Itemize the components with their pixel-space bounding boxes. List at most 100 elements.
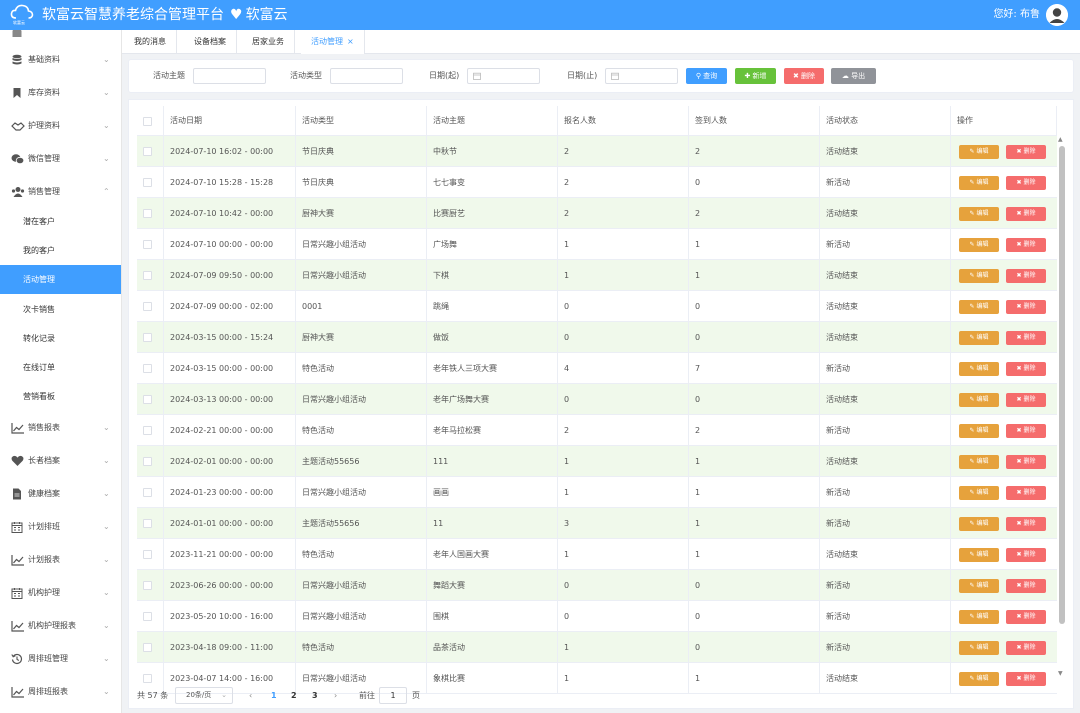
row-checkbox[interactable] bbox=[143, 209, 152, 218]
edit-button[interactable]: ✎ 编辑 bbox=[959, 548, 999, 562]
table-row[interactable]: 2024-01-01 00:00 - 00:00 主题活动55656 11 3 1 新活动… bbox=[137, 508, 1057, 539]
edit-button[interactable]: ✎ 编辑 bbox=[959, 517, 999, 531]
tab-home-business[interactable]: 居家业务 bbox=[242, 30, 295, 54]
row-delete-button[interactable]: ✖ 删除 bbox=[1006, 393, 1046, 407]
row-checkbox[interactable] bbox=[143, 519, 152, 528]
type-input[interactable] bbox=[330, 68, 403, 84]
sidebar-subitem-conversion-records[interactable]: 转化记录 bbox=[0, 324, 121, 353]
row-checkbox[interactable] bbox=[143, 302, 152, 311]
row-delete-button[interactable]: ✖ 删除 bbox=[1006, 548, 1046, 562]
row-delete-button[interactable]: ✖ 删除 bbox=[1006, 362, 1046, 376]
row-delete-button[interactable]: ✖ 删除 bbox=[1006, 238, 1046, 252]
sidebar-subitem-my-customers[interactable]: 我的客户 bbox=[0, 236, 121, 265]
page-3[interactable]: 3 bbox=[312, 691, 318, 701]
row-delete-button[interactable]: ✖ 删除 bbox=[1006, 517, 1046, 531]
date-end-input[interactable] bbox=[605, 68, 678, 84]
edit-button[interactable]: ✎ 编辑 bbox=[959, 331, 999, 345]
table-row[interactable]: 2024-01-23 00:00 - 00:00 日常兴趣小组活动 画画 1 1 新活动 ✎… bbox=[137, 477, 1057, 508]
tab-my-messages[interactable]: 我的消息 bbox=[124, 30, 177, 54]
edit-button[interactable]: ✎ 编辑 bbox=[959, 486, 999, 500]
row-delete-button[interactable]: ✖ 删除 bbox=[1006, 610, 1046, 624]
sidebar-item-wechat[interactable]: 微信管理 ⌄ bbox=[0, 143, 121, 175]
table-row[interactable]: 2024-07-10 10:42 - 00:00 厨神大赛 比赛厨艺 2 2 活动结束 ✎ … bbox=[137, 198, 1057, 229]
row-delete-button[interactable]: ✖ 删除 bbox=[1006, 269, 1046, 283]
table-row[interactable]: 2024-07-09 00:00 - 02:00 0001 跳绳 0 0 活动结束 ✎ 编辑… bbox=[137, 291, 1057, 322]
tab-activity-management[interactable]: 活动管理 × bbox=[301, 30, 365, 54]
sidebar-item-institution-care[interactable]: 机构护理 ⌄ bbox=[0, 577, 121, 609]
sidebar-subitem-card-sales[interactable]: 次卡销售 bbox=[0, 295, 121, 324]
edit-button[interactable]: ✎ 编辑 bbox=[959, 455, 999, 469]
table-row[interactable]: 2024-07-09 09:50 - 00:00 日常兴趣小组活动 下棋 1 1 活动结束… bbox=[137, 260, 1057, 291]
row-delete-button[interactable]: ✖ 删除 bbox=[1006, 641, 1046, 655]
row-delete-button[interactable]: ✖ 删除 bbox=[1006, 424, 1046, 438]
table-row[interactable]: 2024-03-15 00:00 - 00:00 特色活动 老年铁人三项大赛 4 7 新活… bbox=[137, 353, 1057, 384]
row-checkbox[interactable] bbox=[143, 178, 152, 187]
row-checkbox[interactable] bbox=[143, 457, 152, 466]
sidebar-subitem-activity-management[interactable]: 活动管理 bbox=[0, 265, 121, 294]
row-checkbox[interactable] bbox=[143, 333, 152, 342]
table-row[interactable]: 2023-04-18 09:00 - 11:00 特色活动 品茶活动 1 0 新活动 ✎ 编… bbox=[137, 632, 1057, 663]
user-avatar[interactable] bbox=[1046, 4, 1068, 26]
table-row[interactable]: 2024-07-10 00:00 - 00:00 日常兴趣小组活动 广场舞 1 1 新活动… bbox=[137, 229, 1057, 260]
edit-button[interactable]: ✎ 编辑 bbox=[959, 393, 999, 407]
edit-button[interactable]: ✎ 编辑 bbox=[959, 424, 999, 438]
edit-button[interactable]: ✎ 编辑 bbox=[959, 579, 999, 593]
sidebar-subitem-online-orders[interactable]: 在线订单 bbox=[0, 353, 121, 382]
edit-button[interactable]: ✎ 编辑 bbox=[959, 672, 999, 686]
row-delete-button[interactable]: ✖ 删除 bbox=[1006, 176, 1046, 190]
row-delete-button[interactable]: ✖ 删除 bbox=[1006, 300, 1046, 314]
prev-page-button[interactable]: ‹ bbox=[249, 691, 252, 701]
sidebar-item-health-archive[interactable]: 健康档案 ⌄ bbox=[0, 478, 121, 510]
sidebar-item-weekly-report[interactable]: 周排班报表 ⌄ bbox=[0, 676, 121, 708]
goto-page-input[interactable]: 1 bbox=[379, 687, 407, 704]
row-checkbox[interactable] bbox=[143, 147, 152, 156]
row-checkbox[interactable] bbox=[143, 643, 152, 652]
row-checkbox[interactable] bbox=[143, 240, 152, 249]
row-checkbox[interactable] bbox=[143, 488, 152, 497]
table-row[interactable]: 2024-03-13 00:00 - 00:00 日常兴趣小组活动 老年广场舞大赛 0… bbox=[137, 384, 1057, 415]
table-row[interactable]: 2023-05-20 10:00 - 16:00 日常兴趣小组活动 围棋 0 0 新活动 ✎… bbox=[137, 601, 1057, 632]
select-all-checkbox[interactable] bbox=[143, 117, 152, 126]
table-row[interactable]: 2023-06-26 00:00 - 00:00 日常兴趣小组活动 舞蹈大赛 0 0 新活… bbox=[137, 570, 1057, 601]
query-button[interactable]: ⚲ 查询 bbox=[686, 68, 727, 84]
sidebar-item-nursing-data[interactable]: 护理资料 ⌄ bbox=[0, 110, 121, 142]
sidebar-subitem-potential-customers[interactable]: 潜在客户 bbox=[0, 207, 121, 236]
table-row[interactable]: 2023-11-21 00:00 - 00:00 特色活动 老年人国画大赛 1 1 活动结… bbox=[137, 539, 1057, 570]
row-delete-button[interactable]: ✖ 删除 bbox=[1006, 331, 1046, 345]
table-row[interactable]: 2024-03-15 00:00 - 15:24 厨神大赛 做饭 0 0 活动结束 ✎ 编辑… bbox=[137, 322, 1057, 353]
table-row[interactable]: 2024-02-01 00:00 - 00:00 主题活动55656 111 1 1 活动… bbox=[137, 446, 1057, 477]
sidebar-item-elder-archive[interactable]: 长者档案 ⌄ bbox=[0, 445, 121, 477]
edit-button[interactable]: ✎ 编辑 bbox=[959, 610, 999, 624]
edit-button[interactable]: ✎ 编辑 bbox=[959, 176, 999, 190]
row-checkbox[interactable] bbox=[143, 364, 152, 373]
close-icon[interactable]: × bbox=[347, 37, 354, 46]
row-delete-button[interactable]: ✖ 删除 bbox=[1006, 579, 1046, 593]
table-row[interactable]: 2024-07-10 15:28 - 15:28 节日庆典 七七事变 2 0 新活动 ✎ 编… bbox=[137, 167, 1057, 198]
table-row[interactable]: 2024-07-10 16:02 - 00:00 节日庆典 中秋节 2 2 活动结束 ✎ 编… bbox=[137, 136, 1057, 167]
sidebar-item-institution-care-report[interactable]: 机构护理报表 ⌄ bbox=[0, 610, 121, 642]
row-checkbox[interactable] bbox=[143, 581, 152, 590]
edit-button[interactable]: ✎ 编辑 bbox=[959, 238, 999, 252]
edit-button[interactable]: ✎ 编辑 bbox=[959, 269, 999, 283]
sidebar-item-sales[interactable]: 销售管理 ⌃ bbox=[0, 176, 121, 208]
edit-button[interactable]: ✎ 编辑 bbox=[959, 300, 999, 314]
row-delete-button[interactable]: ✖ 删除 bbox=[1006, 145, 1046, 159]
scroll-up-icon[interactable]: ▲ bbox=[1058, 136, 1063, 144]
page-2[interactable]: 2 bbox=[291, 691, 297, 701]
row-checkbox[interactable] bbox=[143, 271, 152, 280]
row-checkbox[interactable] bbox=[143, 550, 152, 559]
row-checkbox[interactable] bbox=[143, 612, 152, 621]
sidebar-item-sales-report[interactable]: 销售报表 ⌄ bbox=[0, 412, 121, 444]
row-delete-button[interactable]: ✖ 删除 bbox=[1006, 207, 1046, 221]
row-delete-button[interactable]: ✖ 删除 bbox=[1006, 486, 1046, 500]
delete-button[interactable]: ✖ 删除 bbox=[784, 68, 824, 84]
page-1[interactable]: 1 bbox=[271, 691, 277, 701]
edit-button[interactable]: ✎ 编辑 bbox=[959, 207, 999, 221]
edit-button[interactable]: ✎ 编辑 bbox=[959, 641, 999, 655]
row-delete-button[interactable]: ✖ 删除 bbox=[1006, 455, 1046, 469]
row-checkbox[interactable] bbox=[143, 674, 152, 683]
scroll-down-icon[interactable]: ▼ bbox=[1058, 670, 1063, 678]
topic-input[interactable] bbox=[193, 68, 266, 84]
sidebar-item-inventory[interactable]: 库存资料 ⌄ bbox=[0, 77, 121, 109]
sidebar-item-plan-schedule[interactable]: 计划排班 ⌄ bbox=[0, 511, 121, 543]
